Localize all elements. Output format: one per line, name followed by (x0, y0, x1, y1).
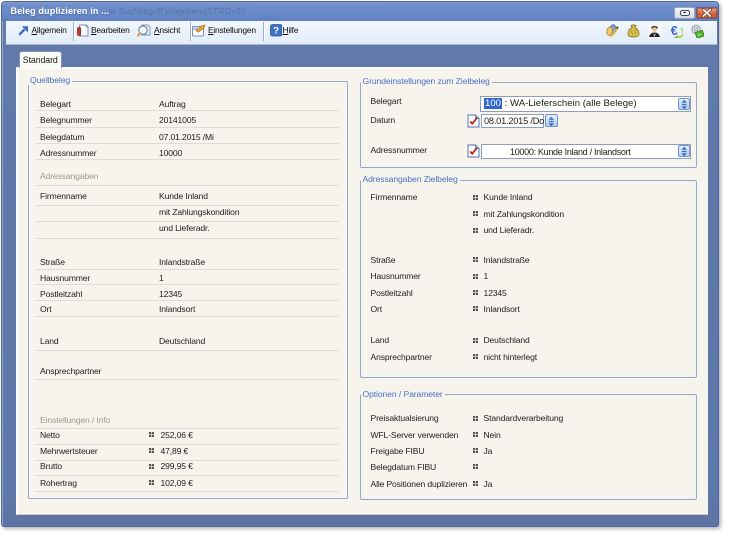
svg-text:€: € (671, 24, 678, 38)
svg-text:?: ? (273, 26, 279, 37)
